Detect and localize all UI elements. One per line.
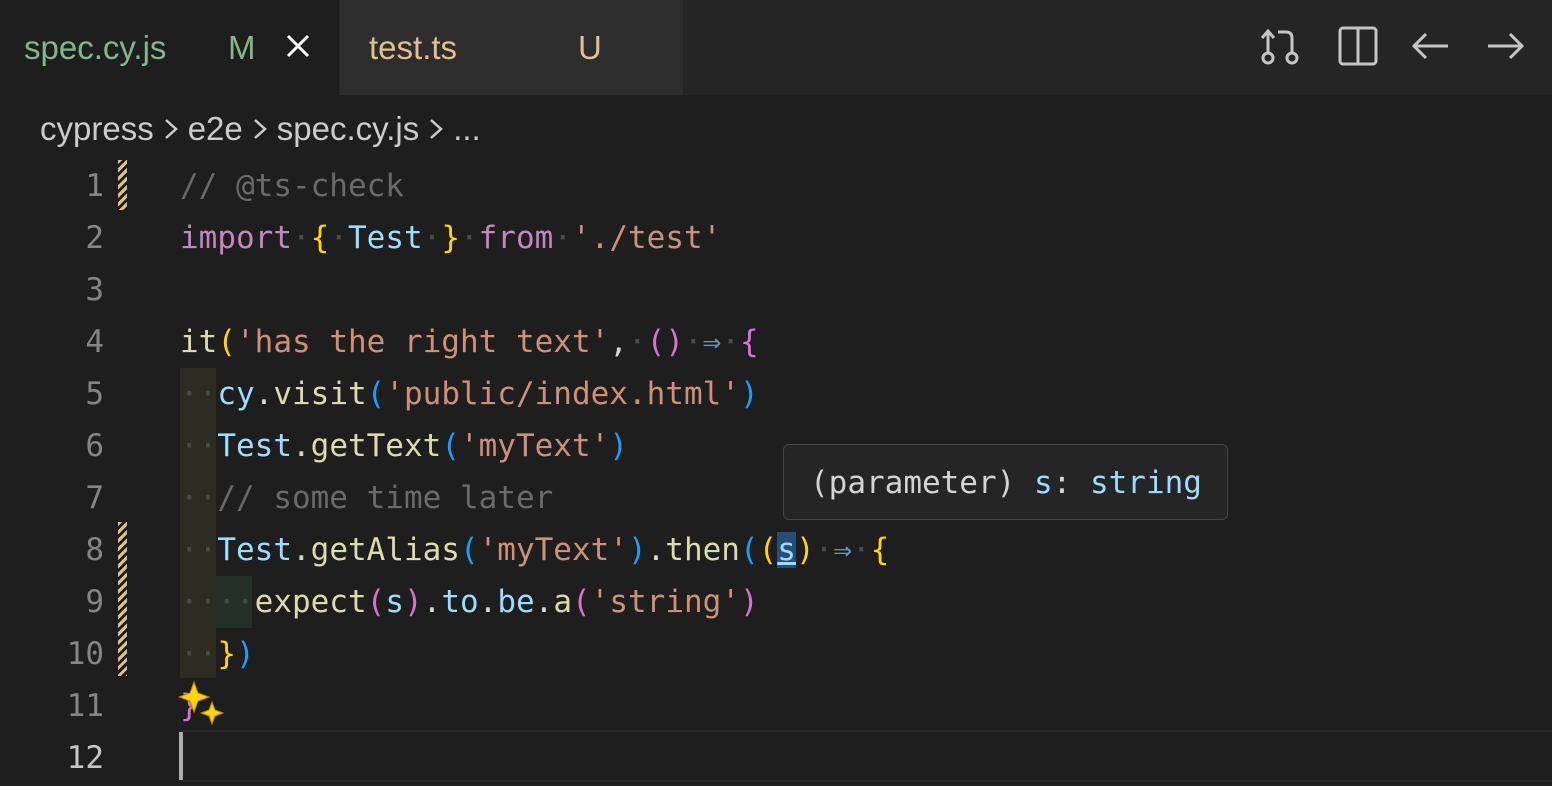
sparkle-icon[interactable] xyxy=(178,680,226,728)
function-name: it xyxy=(180,324,218,360)
code-line: 6 ··Test.getText('myText') xyxy=(0,420,1552,472)
function-name: expect xyxy=(254,584,367,620)
identifier: cy xyxy=(217,376,255,412)
property: to xyxy=(441,584,479,620)
code-line: 4 it('has the right text',·()·⇒·{ xyxy=(0,316,1552,368)
breadcrumb-item-e2e[interactable]: e2e xyxy=(188,110,243,148)
line-number: 11 xyxy=(66,688,104,724)
chevron-right-icon xyxy=(164,119,178,139)
string-literal: 'public/index.html' xyxy=(385,376,740,412)
split-editor-icon[interactable] xyxy=(1336,24,1380,68)
code-line: 9 ····expect(s).to.be.a('string') xyxy=(0,576,1552,628)
keyword: import xyxy=(180,220,292,256)
line-number: 2 xyxy=(85,220,104,256)
code-line: 5 ··cy.visit('public/index.html') xyxy=(0,368,1552,420)
code-line: 10 ··}) xyxy=(0,628,1552,680)
forward-arrow-icon[interactable] xyxy=(1484,24,1528,68)
method-name: getText xyxy=(310,428,442,464)
hover-kind: (parameter) xyxy=(810,465,1016,501)
hover-tooltip: (parameter) s: string xyxy=(783,444,1228,520)
tab-bar: spec.cy.js M test.ts U xyxy=(0,0,1552,95)
comment: // some time later xyxy=(217,480,554,516)
line-number: 1 xyxy=(85,168,104,204)
identifier: Test xyxy=(217,428,292,464)
breadcrumb-item-cypress[interactable]: cypress xyxy=(40,110,154,148)
tab-test-ts[interactable]: test.ts U xyxy=(340,0,683,95)
string-literal: './test' xyxy=(572,220,722,256)
method-name: a xyxy=(553,584,572,620)
line-number: 3 xyxy=(85,272,104,308)
line-number: 6 xyxy=(85,428,104,464)
line-number: 10 xyxy=(66,636,104,672)
modified-badge: M xyxy=(228,28,256,66)
method-name: getAlias xyxy=(310,532,460,568)
tab-label: test.ts xyxy=(369,28,458,66)
identifier: Test xyxy=(217,532,292,568)
code-line: 3 xyxy=(0,264,1552,316)
chevron-right-icon xyxy=(253,119,267,139)
identifier: s xyxy=(385,584,404,620)
line-number: 4 xyxy=(85,324,104,360)
line-number: 5 xyxy=(85,376,104,412)
method-name: then xyxy=(665,532,740,568)
untracked-badge: U xyxy=(578,28,602,66)
line-number: 9 xyxy=(85,584,104,620)
identifier: Test xyxy=(348,220,423,256)
code-line: 11 } xyxy=(0,680,1552,732)
string-literal: 'string' xyxy=(590,584,740,620)
code-editor[interactable]: 1 // @ts-check 2 import·{·Test·}·from·'.… xyxy=(0,160,1552,786)
tab-label: spec.cy.js xyxy=(24,28,167,66)
chevron-right-icon xyxy=(430,119,444,139)
open-changes-icon[interactable] xyxy=(1258,24,1302,68)
hover-type: string xyxy=(1089,465,1202,501)
string-literal: 'has the right text' xyxy=(236,324,610,360)
string-literal: 'myText' xyxy=(478,532,628,568)
breadcrumb: cypress e2e spec.cy.js ... xyxy=(40,106,481,152)
breadcrumb-item-file[interactable]: spec.cy.js xyxy=(277,110,419,148)
code-line: 7 ··// some time later xyxy=(0,472,1552,524)
line-number: 12 xyxy=(66,740,104,776)
hovered-parameter[interactable]: s xyxy=(777,532,796,568)
code-line: 12 xyxy=(0,732,1552,784)
hover-name: s xyxy=(1033,465,1053,501)
code-line: 8 ··Test.getAlias('myText').then((s)·⇒·{ xyxy=(0,524,1552,576)
back-arrow-icon[interactable] xyxy=(1408,24,1452,68)
breadcrumb-item-symbol[interactable]: ... xyxy=(453,110,481,148)
line-number: 8 xyxy=(85,532,104,568)
keyword: from xyxy=(478,220,554,256)
method-name: visit xyxy=(273,376,367,412)
string-literal: 'myText' xyxy=(459,428,610,464)
code-line: 2 import·{·Test·}·from·'./test' xyxy=(0,212,1552,264)
code-line: 1 // @ts-check xyxy=(0,160,1552,212)
line-number: 7 xyxy=(85,480,104,516)
tab-spec-cy-js[interactable]: spec.cy.js M xyxy=(0,0,339,95)
close-icon[interactable] xyxy=(283,31,313,61)
property: be xyxy=(497,584,535,620)
comment: // @ts-check xyxy=(180,168,404,204)
